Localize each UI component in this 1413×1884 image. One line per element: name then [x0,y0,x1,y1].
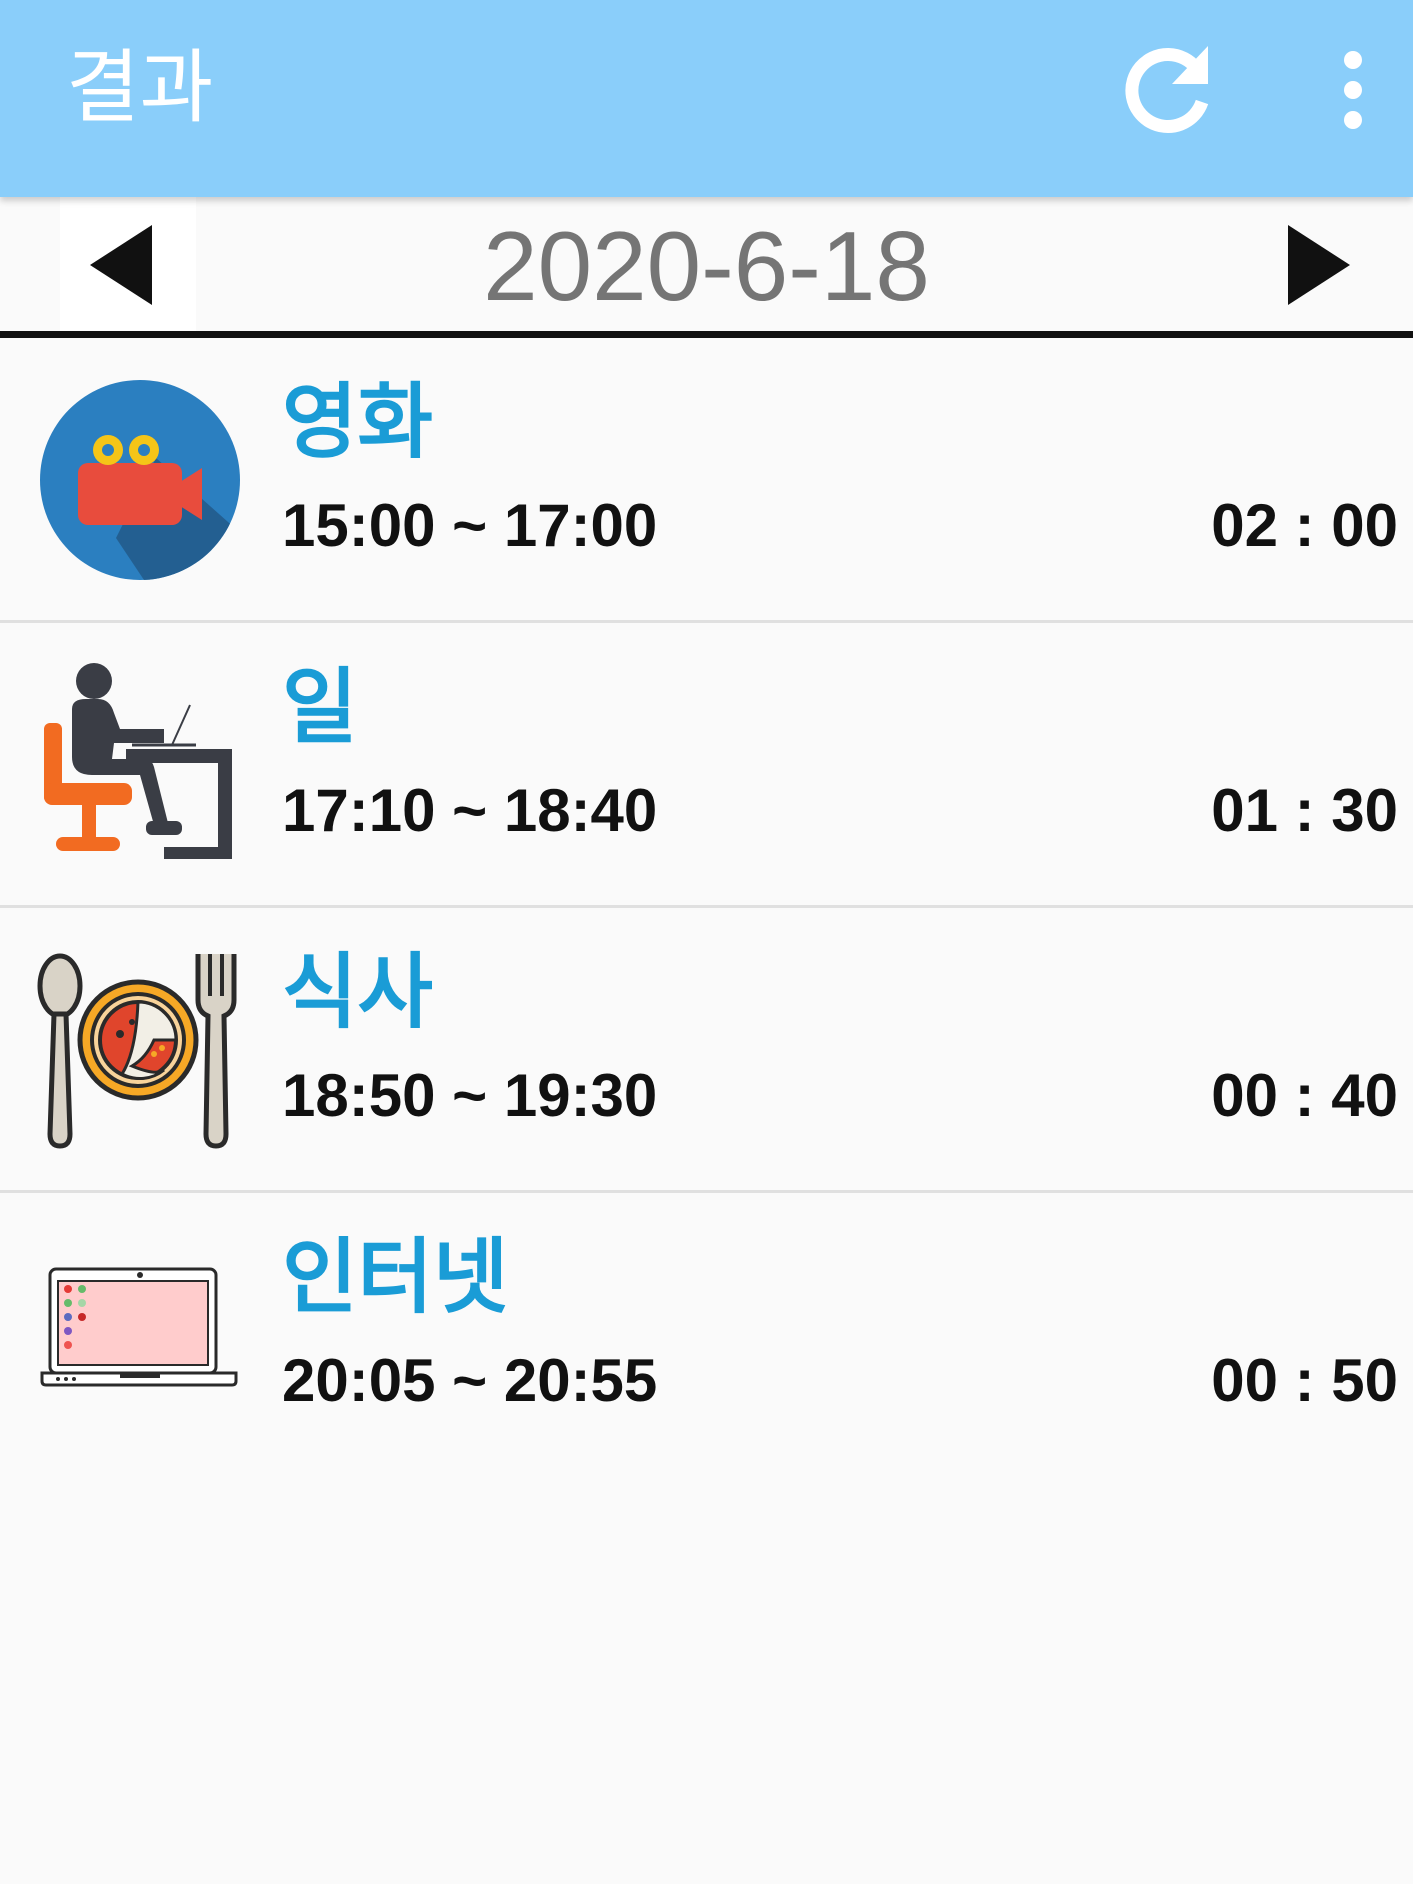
activity-name: 인터넷 [282,1230,509,1325]
activity-time-range: 20:05 ~ 20:55 [282,1347,658,1414]
activity-time-range: 18:50 ~ 19:30 [282,1062,658,1129]
date-divider [0,331,1413,338]
overflow-menu-button[interactable] [1320,40,1386,140]
app-title: 결과 [66,41,214,134]
next-date-button[interactable] [1270,197,1406,331]
more-vert-icon [1344,51,1362,129]
activity-name: 영화 [282,375,433,470]
list-item[interactable]: 인터넷 20:05 ~ 20:55 00 : 50 [0,1193,1413,1475]
list-item[interactable]: 일 17:10 ~ 18:40 01 : 30 [0,623,1413,908]
list-item[interactable]: 영화 15:00 ~ 17:00 02 : 00 [0,338,1413,623]
activity-duration: 00 : 40 [1211,1062,1398,1129]
triangle-right-icon [1288,225,1350,305]
activity-name: 일 [282,660,358,755]
app-bar: 결과 [0,0,1413,197]
triangle-left-icon [90,225,152,305]
activity-list: 영화 15:00 ~ 17:00 02 : 00 일 17:10 ~ 18:40… [0,338,1413,1475]
activity-time-range: 17:10 ~ 18:40 [282,777,658,844]
current-date: 2020-6-18 [483,211,930,321]
refresh-icon [1125,46,1209,133]
previous-date-button[interactable] [60,197,196,331]
list-item[interactable]: 식사 18:50 ~ 19:30 00 : 40 [0,908,1413,1193]
desk-worker-icon [36,663,244,871]
activity-duration: 01 : 30 [1211,777,1398,844]
refresh-button[interactable] [1118,40,1218,140]
date-navigator: 2020-6-18 [0,197,1413,331]
activity-duration: 02 : 00 [1211,492,1398,559]
meal-icon [36,948,244,1156]
laptop-icon [36,1233,244,1441]
activity-time-range: 15:00 ~ 17:00 [282,492,658,559]
movie-camera-icon [36,378,244,586]
activity-duration: 00 : 50 [1211,1347,1398,1414]
activity-name: 식사 [282,945,433,1040]
